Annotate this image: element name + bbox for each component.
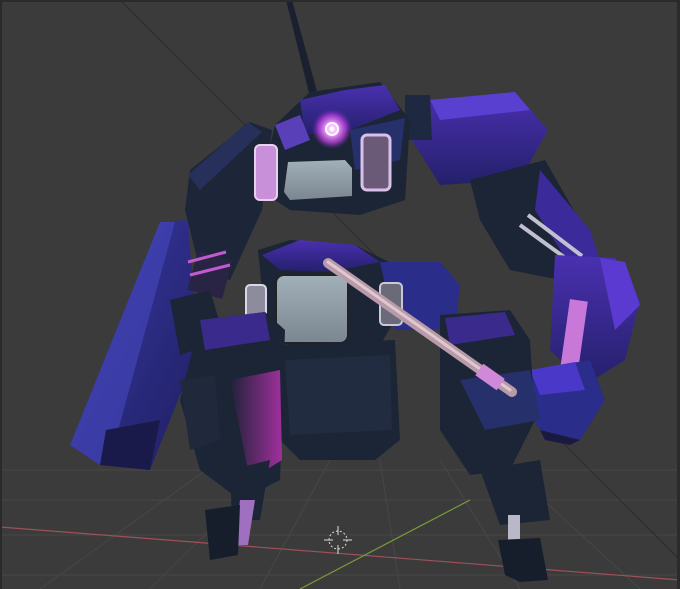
- y-axis-line: [299, 499, 471, 589]
- face-plate: [284, 160, 352, 200]
- viewport-frame-left: [0, 0, 2, 589]
- 3d-cursor-icon[interactable]: [324, 526, 352, 554]
- floor-grid: [0, 459, 680, 589]
- viewport-canvas[interactable]: [0, 0, 680, 589]
- robot-mech-model[interactable]: [70, 0, 640, 582]
- chest-panel: [275, 274, 349, 344]
- right-head-bolt: [360, 133, 392, 192]
- left-head-bolt: [254, 144, 278, 201]
- eye-glow-icon: [312, 109, 352, 149]
- viewport-frame-top: [0, 0, 680, 2]
- antenna: [286, 0, 318, 97]
- robot-pelvis: [270, 340, 400, 460]
- 3d-viewport[interactable]: [0, 0, 680, 589]
- left-leg: [180, 312, 285, 560]
